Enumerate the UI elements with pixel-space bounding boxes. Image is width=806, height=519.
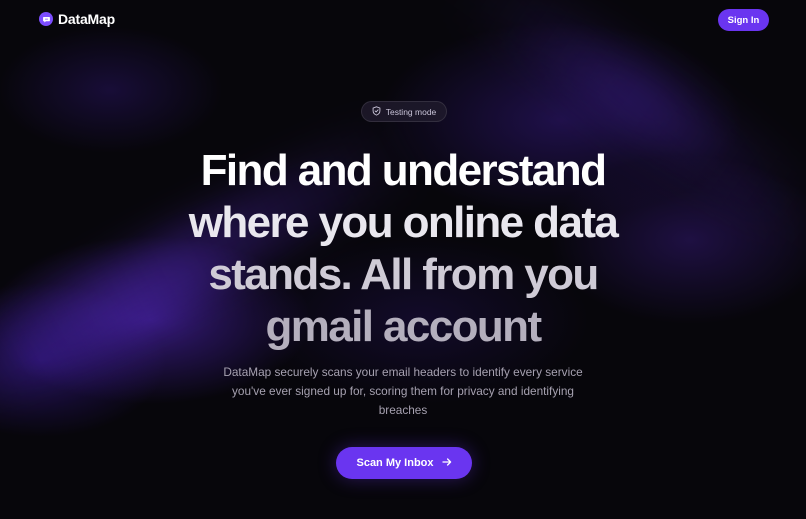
hero-description: DataMap securely scans your email header… bbox=[213, 363, 593, 420]
description-line: breaches bbox=[378, 403, 428, 417]
brand-logo[interactable]: DataMap bbox=[39, 11, 115, 27]
headline-line: where you online data bbox=[188, 198, 619, 247]
headline-line: Find and understand bbox=[200, 146, 607, 195]
arrow-right-icon bbox=[441, 457, 452, 470]
badge-label: Testing mode bbox=[385, 106, 437, 117]
shield-check-icon bbox=[372, 103, 381, 121]
top-nav: DataMap Sign In bbox=[0, 0, 806, 40]
description-line: you've ever signed up for, scoring them … bbox=[232, 384, 574, 398]
testing-mode-badge: Testing mode bbox=[361, 101, 447, 122]
hero-headline: Find and understand where you online dat… bbox=[120, 145, 686, 353]
landing-page: DataMap Sign In Testing mode Find and un… bbox=[0, 0, 806, 519]
scan-inbox-button[interactable]: Scan My Inbox bbox=[336, 447, 472, 479]
headline-line: gmail account bbox=[265, 302, 542, 351]
sign-in-button[interactable]: Sign In bbox=[718, 9, 769, 31]
headline-line: stands. All from you bbox=[208, 250, 599, 299]
description-line: DataMap securely scans your email header… bbox=[223, 365, 583, 379]
chat-bubble-icon bbox=[39, 12, 53, 26]
brand-name: DataMap bbox=[58, 11, 115, 27]
cta-label: Scan My Inbox bbox=[356, 457, 434, 469]
